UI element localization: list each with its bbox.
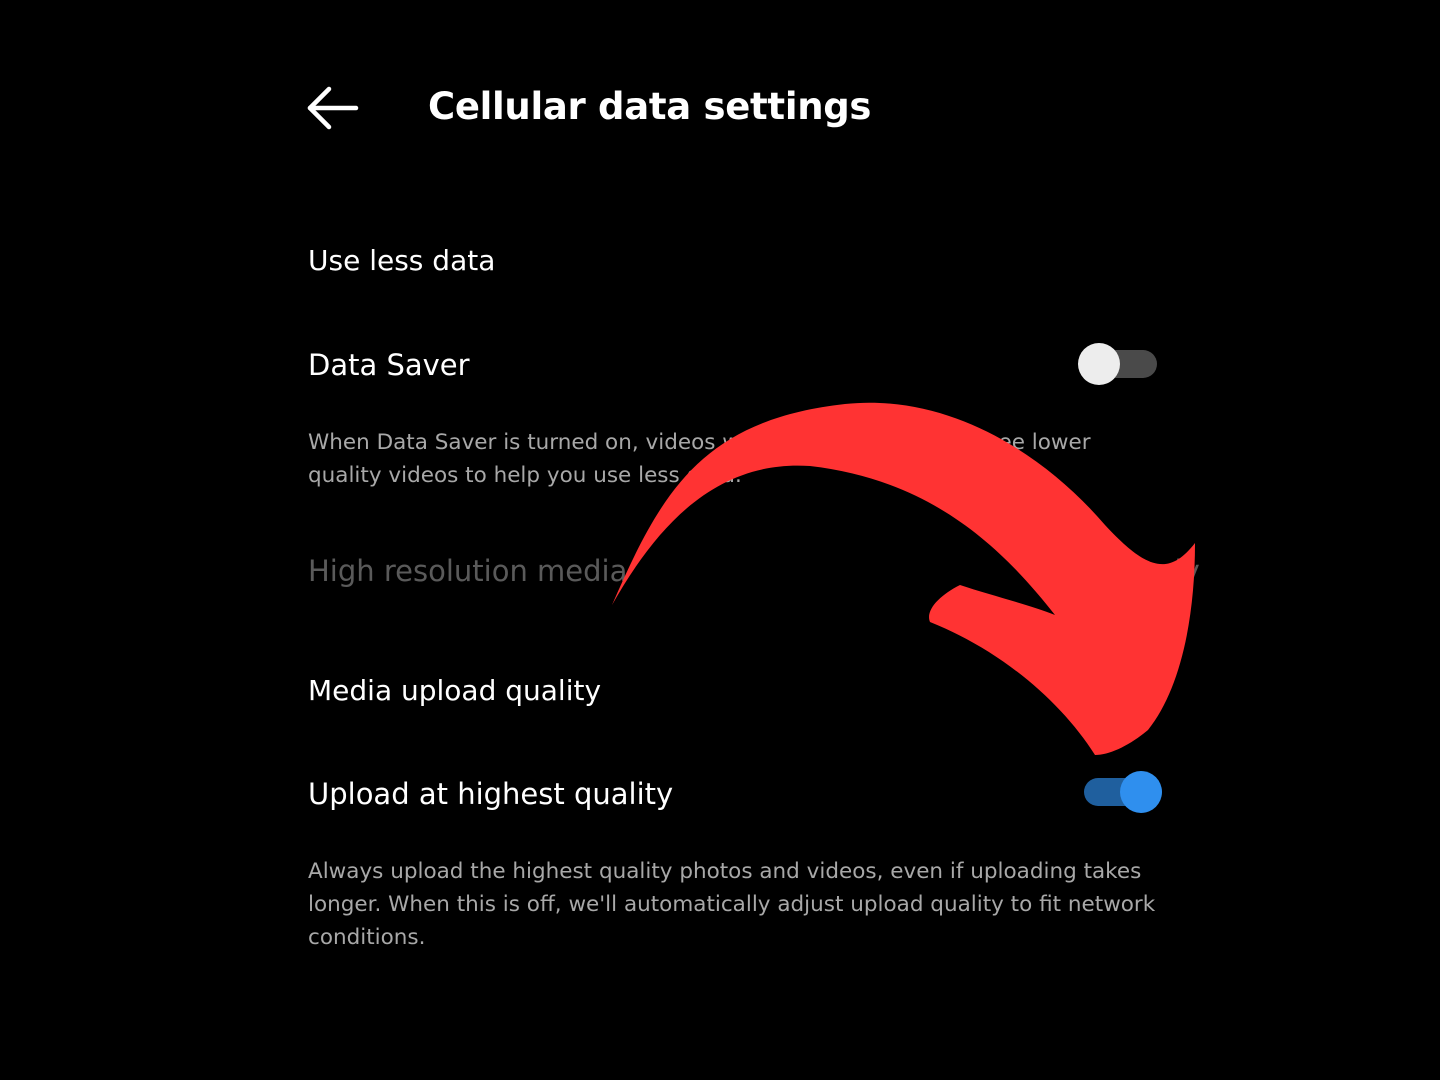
section-header-media-upload-quality: Media upload quality	[308, 674, 602, 707]
toggle-thumb	[1120, 771, 1162, 813]
data-saver-toggle[interactable]	[1078, 343, 1157, 385]
high-resolution-media-label: High resolution media	[308, 554, 628, 588]
toggle-thumb	[1078, 343, 1120, 385]
section-header-use-less-data: Use less data	[308, 244, 496, 277]
upload-highest-quality-description: Always upload the highest quality photos…	[308, 859, 1156, 950]
back-button[interactable]	[300, 78, 366, 138]
data-saver-description: When Data Saver is turned on, videos won…	[308, 430, 1091, 488]
upload-highest-quality-toggle[interactable]	[1084, 771, 1162, 813]
page-title: Cellular data settings	[428, 85, 872, 128]
high-resolution-media-value: Wi-Fi only	[1060, 554, 1200, 588]
arrow-left-icon	[307, 86, 359, 130]
upload-highest-quality-label[interactable]: Upload at highest quality	[308, 775, 673, 813]
cellular-data-settings-screen: Cellular data settings Use less data Dat…	[0, 0, 1440, 1080]
data-saver-label[interactable]: Data Saver	[308, 346, 470, 384]
